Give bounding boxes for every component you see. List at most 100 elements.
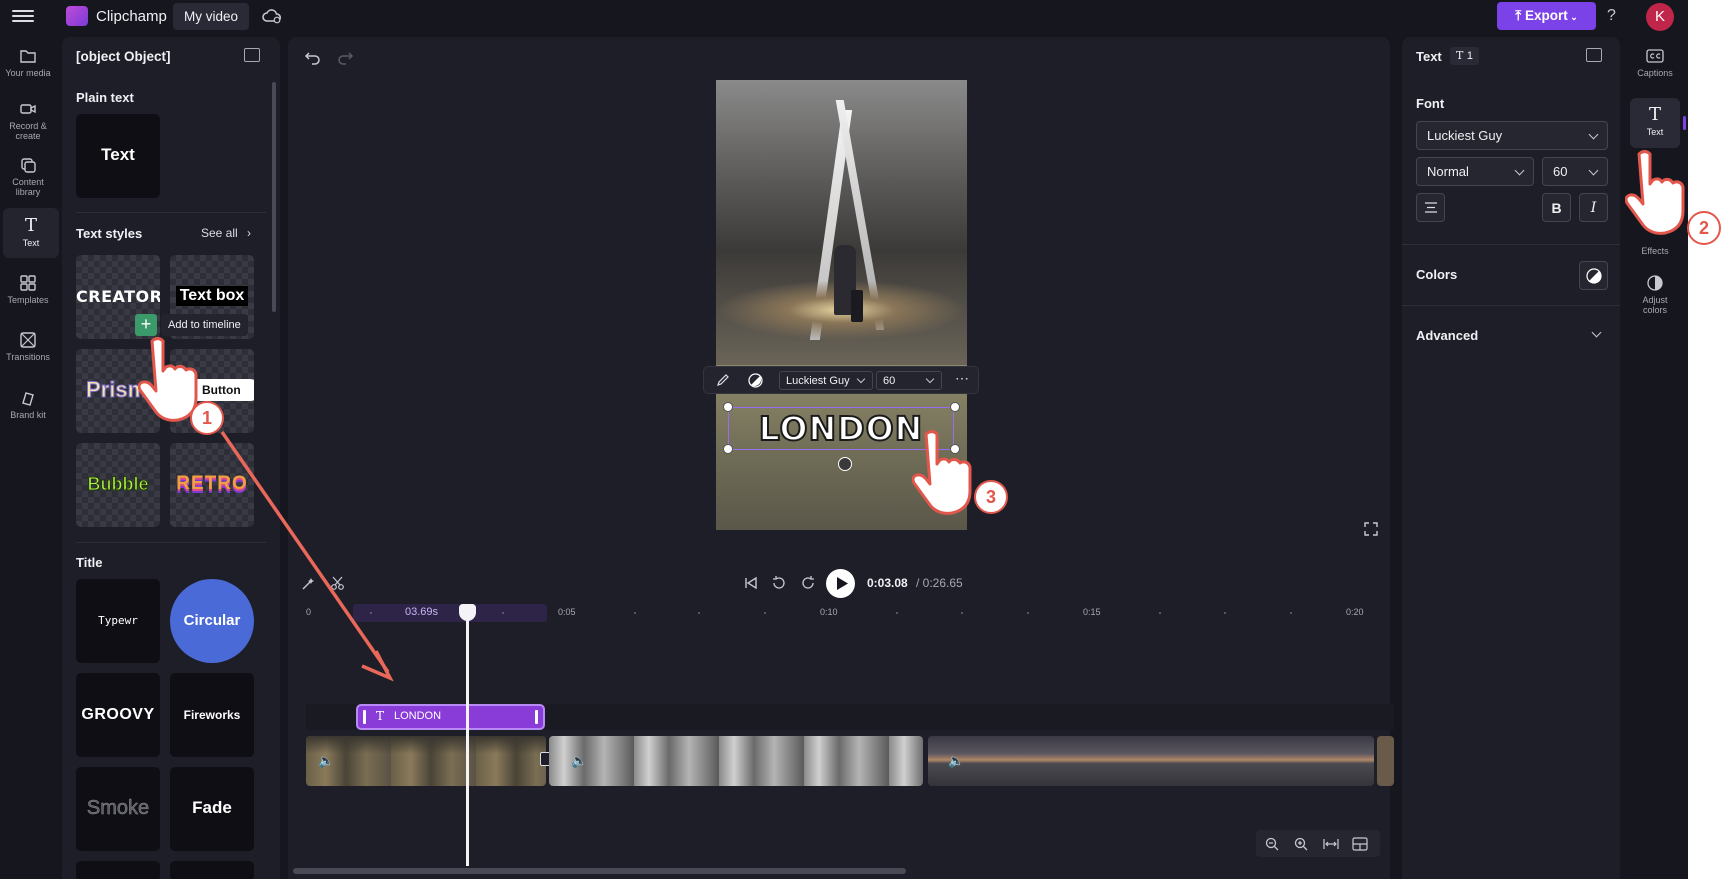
hand-cursor-icon [912, 430, 972, 515]
fullscreen-icon[interactable] [1364, 522, 1378, 536]
properties-panel: Text T 1 Font Luckiest Guy Normal 60 B I… [1402, 37, 1620, 879]
text-align-button[interactable] [1416, 193, 1445, 222]
timeline-layout-icon[interactable] [1352, 837, 1368, 851]
text-icon: T [1456, 49, 1467, 62]
plain-text-tile[interactable]: Text [76, 114, 160, 198]
color-contrast-icon[interactable] [748, 373, 763, 388]
ruler-tick [1224, 612, 1226, 614]
play-button[interactable] [826, 569, 855, 598]
zoom-controls [1256, 830, 1380, 857]
redo-icon[interactable] [336, 48, 354, 66]
help-button[interactable]: ? [1607, 7, 1616, 25]
font-size-dropdown[interactable]: 60 [1542, 157, 1608, 186]
font-family-dropdown[interactable]: Luckiest Guy [1416, 121, 1608, 150]
pencil-icon[interactable] [716, 373, 730, 387]
zoom-in-icon[interactable] [1294, 837, 1308, 851]
collapse-panel-icon[interactable] [244, 48, 260, 62]
trim-handle-right[interactable] [535, 710, 538, 724]
text-icon: T [376, 709, 385, 723]
rail-your-media[interactable]: Your media [0, 47, 56, 79]
toolbar-size-dropdown[interactable]: 60 [876, 371, 942, 390]
rail-text[interactable]: T Text [3, 208, 59, 258]
rewind-5s-icon[interactable] [771, 575, 787, 591]
rotate-handle-icon[interactable] [838, 457, 852, 471]
see-all-link[interactable]: See all › [201, 226, 251, 240]
ruler-label: 0:20 [1346, 607, 1364, 617]
add-to-timeline-tooltip: Add to timeline [161, 314, 248, 336]
video-clip-3[interactable]: 🔈 [928, 736, 1374, 786]
title-tile-typewriter[interactable]: Typewr [76, 579, 160, 663]
collapse-properties-icon[interactable] [1586, 48, 1602, 62]
timeline-scrollbar[interactable] [293, 868, 906, 874]
add-to-timeline-button[interactable]: + [135, 314, 157, 336]
rail-adjust-colors[interactable]: Adjust colors [1630, 274, 1680, 316]
active-indicator [1683, 116, 1686, 130]
volume-icon[interactable]: 🔈 [571, 753, 587, 769]
volume-icon[interactable]: 🔈 [948, 753, 964, 769]
text-clip-london[interactable]: T LONDON [356, 704, 545, 730]
title-tile-fade[interactable]: Fade [170, 767, 254, 851]
ruler-label: 0 [306, 607, 312, 617]
rail-captions[interactable]: Captions [1630, 47, 1680, 81]
style-tile-bubble[interactable]: Bubble [76, 443, 160, 527]
volume-icon[interactable]: 🔈 [318, 753, 334, 769]
bold-button[interactable]: B [1542, 193, 1571, 222]
hand-cursor-icon [1625, 150, 1685, 235]
cloud-sync-icon[interactable] [262, 7, 282, 25]
fit-to-width-icon[interactable] [1323, 837, 1339, 851]
italic-button[interactable]: I [1579, 193, 1608, 222]
plain-text-heading: Plain text [76, 90, 134, 105]
panel-scrollbar[interactable] [272, 82, 276, 312]
rail-content-library[interactable]: Content library [0, 156, 56, 198]
hamburger-menu-icon[interactable] [12, 7, 34, 25]
title-tile-more[interactable] [76, 861, 160, 879]
rail-brand-kit[interactable]: Brand kit [0, 389, 56, 423]
title-tile-more[interactable] [170, 861, 254, 879]
font-weight-dropdown[interactable]: Normal [1416, 157, 1534, 186]
templates-icon [20, 275, 36, 291]
title-tile-fireworks[interactable]: Fireworks [170, 673, 254, 757]
title-tile-groovy[interactable]: GROOVY [76, 673, 160, 757]
trim-handle-left[interactable] [363, 710, 366, 724]
more-options-icon[interactable]: ⋯ [955, 370, 969, 387]
ruler-tick [1027, 612, 1029, 614]
playhead[interactable] [466, 608, 469, 866]
divider [1402, 244, 1620, 245]
playhead-handle[interactable] [459, 604, 476, 621]
video-clip-4[interactable] [1377, 736, 1394, 786]
ruler-tick [961, 612, 963, 614]
chevron-down-icon [856, 374, 866, 384]
divider [76, 542, 266, 543]
colors-heading: Colors [1416, 267, 1458, 282]
zoom-out-icon[interactable] [1265, 837, 1279, 851]
color-picker-button[interactable] [1579, 261, 1608, 290]
video-clip-2[interactable]: 🔈 [549, 736, 923, 786]
style-tile-retro[interactable]: RETRO [170, 443, 254, 527]
rail-transitions[interactable]: Transitions [0, 331, 56, 365]
transitions-icon [20, 332, 36, 348]
rail-record-create[interactable]: Record & create [0, 100, 56, 141]
chevron-down-icon[interactable] [1591, 327, 1602, 338]
resize-handle[interactable] [950, 402, 960, 412]
forward-5s-icon[interactable] [800, 575, 816, 591]
align-center-icon [1424, 202, 1437, 213]
resize-handle[interactable] [723, 444, 733, 454]
project-name[interactable]: My video [173, 3, 250, 30]
avatar[interactable]: K [1646, 3, 1674, 31]
advanced-heading: Advanced [1416, 328, 1479, 343]
resize-handle[interactable] [723, 402, 733, 412]
undo-icon[interactable] [304, 48, 322, 66]
toolbar-font-dropdown[interactable]: Luckiest Guy [779, 371, 873, 390]
export-button[interactable]: ⤒ Export ⌄ [1497, 2, 1596, 30]
ruler-tick [1290, 612, 1292, 614]
rail-text-properties[interactable]: T Text [1630, 98, 1680, 148]
title-tile-smoke[interactable]: Smoke [76, 767, 160, 851]
chevron-down-icon [1588, 165, 1599, 176]
scissors-icon[interactable] [330, 576, 345, 591]
skip-to-start-icon[interactable] [744, 576, 758, 590]
title-tile-circular[interactable]: Circular [170, 579, 254, 663]
magic-wand-icon[interactable] [301, 577, 315, 591]
ruler-label: 0:15 [1083, 607, 1101, 617]
video-clip-1[interactable]: 🔈 [306, 736, 546, 786]
rail-templates[interactable]: Templates [0, 274, 56, 308]
